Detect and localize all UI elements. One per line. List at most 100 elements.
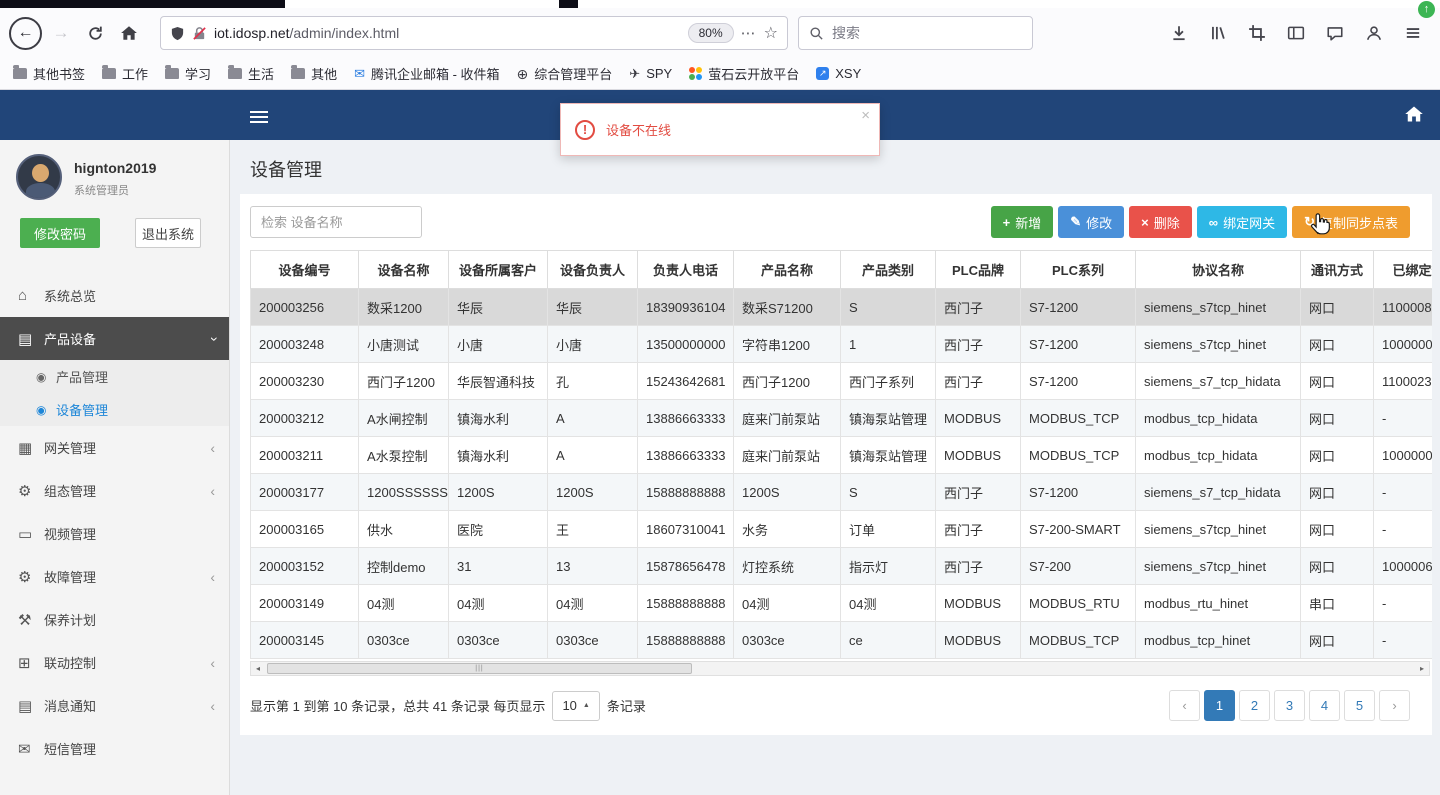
tracking-protection-shield-icon[interactable]: [170, 26, 185, 41]
sidebar-item-product-device[interactable]: ▤ 产品设备 ‹: [0, 317, 229, 360]
sidebar-item-label: 联动控制: [44, 656, 97, 671]
bookmark-tencent-exmail[interactable]: ✉ 腾讯企业邮箱 - 收件箱: [354, 64, 499, 83]
device-search-input[interactable]: [250, 206, 422, 238]
insecure-lock-icon[interactable]: [192, 26, 207, 41]
screenshot-crop-icon[interactable]: [1242, 18, 1272, 48]
app-menu-icon[interactable]: [1398, 18, 1428, 48]
page-button-5[interactable]: 5: [1344, 690, 1375, 721]
folder-icon: [291, 65, 306, 79]
sidebar-item-maintenance-plan[interactable]: ⚒ 保养计划: [0, 598, 229, 641]
zoom-level-badge[interactable]: 80%: [687, 23, 734, 43]
library-icon[interactable]: [1203, 18, 1233, 48]
sidebar-item-scada-management[interactable]: ⚙ 组态管理 ‹: [0, 469, 229, 512]
sidebar-item-message-notify[interactable]: ▤ 消息通知 ‹: [0, 684, 229, 727]
page-button-3[interactable]: 3: [1274, 690, 1305, 721]
page-button-1[interactable]: 1: [1204, 690, 1235, 721]
scrollbar-thumb[interactable]: |||: [267, 663, 692, 674]
table-row-200003145[interactable]: 200003145 0303ce 0303ce 0303ce 15888888888 03…: [250, 621, 1432, 659]
alert-close-icon[interactable]: ×: [861, 107, 870, 124]
cell-owner: 王: [547, 510, 638, 548]
logout-button[interactable]: 退出系统: [135, 218, 201, 248]
table-row-200003256[interactable]: 200003256 数采1200 华辰 华辰 18390936104 数采S71200 S 西…: [250, 288, 1432, 326]
column-header-protocol-name[interactable]: 协议名称: [1135, 250, 1301, 289]
username: hignton2019: [74, 160, 157, 176]
bookmark-ys7-open-platform[interactable]: 萤石云开放平台: [689, 64, 799, 83]
cell-device-name: 1200SSSSSS: [358, 473, 449, 511]
scrollbar-track[interactable]: |||: [265, 662, 1415, 675]
sidebar-subitem-device-management[interactable]: ◉ 设备管理: [0, 393, 229, 426]
browser-search-bar[interactable]: 搜索: [798, 16, 1033, 50]
delete-button[interactable]: × 删除: [1129, 206, 1192, 238]
forward-button[interactable]: →: [44, 16, 78, 50]
downloads-icon[interactable]: [1164, 18, 1194, 48]
table-row-200003212[interactable]: 200003212 A水闸控制 镇海水利 A 13886663333 庭来门前泵站 镇海泵站…: [250, 399, 1432, 437]
table-row-200003177[interactable]: 200003177 1200SSSSSS 1200S 1200S 15888888888…: [250, 473, 1432, 511]
scroll-right-arrow-icon[interactable]: ▸: [1415, 664, 1429, 673]
column-header-product-name[interactable]: 产品名称: [733, 250, 841, 289]
bookmark-management-platform[interactable]: ⊕ 综合管理平台: [517, 64, 613, 83]
table-row-200003149[interactable]: 200003149 04测 04测 04测 15888888888 04测 04测 MODBU…: [250, 584, 1432, 622]
bookmark-study[interactable]: 学习: [165, 64, 211, 83]
account-icon[interactable]: [1359, 18, 1389, 48]
page-button-4[interactable]: 4: [1309, 690, 1340, 721]
scroll-left-arrow-icon[interactable]: ◂: [251, 664, 265, 673]
column-header-plc-series[interactable]: PLC系列: [1020, 250, 1136, 289]
table-row-200003211[interactable]: 200003211 A水泵控制 镇海水利 A 13886663333 庭来门前泵站 镇海泵站…: [250, 436, 1432, 474]
page-next-button[interactable]: ›: [1379, 690, 1410, 721]
column-header-plc-brand[interactable]: PLC品牌: [935, 250, 1021, 289]
feedback-bubble-icon[interactable]: [1320, 18, 1350, 48]
page-actions-icon[interactable]: ⋯: [741, 24, 757, 42]
main-content: 设备管理 +新增✎修改×删除∞绑定网关↻复制同步点表 设备编号设备名称设备所属客…: [230, 140, 1440, 795]
column-header-bound[interactable]: 已绑定数: [1373, 250, 1432, 289]
browser-update-icon[interactable]: ↑: [1418, 1, 1435, 18]
bookmark-other-bookmarks[interactable]: 其他书签: [13, 64, 85, 83]
cell-product-category: S: [840, 288, 936, 326]
table-row-200003230[interactable]: 200003230 西门子1200 华辰智通科技孔 15243642681 西门子120…: [250, 362, 1432, 400]
sidebar-subitem-product-management[interactable]: ◉ 产品管理: [0, 360, 229, 393]
bookmark-xsy[interactable]: ↗ XSY: [816, 66, 861, 81]
bookmark-spy[interactable]: ✈ SPY: [629, 66, 672, 81]
sidebar-item-video-management[interactable]: ▭ 视频管理: [0, 512, 229, 555]
home-button[interactable]: [112, 16, 146, 50]
column-header-customer[interactable]: 设备所属客户: [448, 250, 548, 289]
add-button[interactable]: + 新增: [990, 206, 1054, 238]
plus-icon: +: [1002, 214, 1011, 230]
cell-device-name: 数采1200: [358, 288, 449, 326]
sidebar-item-sms-management[interactable]: ✉ 短信管理: [0, 727, 229, 770]
sidebar-toggle-icon[interactable]: [1281, 18, 1311, 48]
chevron-left-icon: ‹: [210, 482, 215, 499]
sidebar-item-linkage-control[interactable]: ⊞ 联动控制 ‹: [0, 641, 229, 684]
column-header-comm-type[interactable]: 通讯方式: [1300, 250, 1374, 289]
copy-sync-table-button[interactable]: ↻ 复制同步点表: [1292, 206, 1410, 238]
app-home-icon[interactable]: [1404, 104, 1424, 129]
back-button[interactable]: ←: [9, 16, 42, 50]
horizontal-scrollbar[interactable]: ◂ ||| ▸: [250, 661, 1430, 676]
cell-owner: 孔: [547, 362, 638, 400]
page-button-2[interactable]: 2: [1239, 690, 1270, 721]
column-header-phone[interactable]: 负责人电话: [637, 250, 734, 289]
sidebar-item-system-overview[interactable]: ⌂ 系统总览: [0, 274, 229, 317]
table-row-200003165[interactable]: 200003165 供水 医院王 18607310041 水务 订单 西门子 S7-200-S…: [250, 510, 1432, 548]
bind-gateway-button[interactable]: ∞ 绑定网关: [1196, 206, 1288, 238]
bookmark-life[interactable]: 生活: [228, 64, 274, 83]
column-header-product-category[interactable]: 产品类别: [840, 250, 936, 289]
change-password-button[interactable]: 修改密码: [20, 218, 100, 248]
bookmark-work[interactable]: 工作: [102, 64, 148, 83]
bookmark-star-icon[interactable]: ☆: [764, 23, 778, 43]
edit-button[interactable]: ✎ 修改: [1058, 206, 1125, 238]
page-prev-button[interactable]: ‹: [1169, 690, 1200, 721]
sidebar-item-gateway-management[interactable]: ▦ 网关管理 ‹: [0, 426, 229, 469]
column-header-device-id[interactable]: 设备编号: [250, 250, 359, 289]
menu-toggle-button[interactable]: [250, 108, 268, 126]
url-bar[interactable]: iot.idosp.net/admin/index.html 80% ⋯ ☆: [160, 16, 788, 50]
cell-plc-brand: 西门子: [935, 288, 1021, 326]
column-header-owner[interactable]: 设备负责人: [547, 250, 638, 289]
sidebar-item-fault-management[interactable]: ⚙ 故障管理 ‹: [0, 555, 229, 598]
table-row-200003248[interactable]: 200003248 小唐测试 小唐 小唐 13500000000 字符串1200 1 西门子 S…: [250, 325, 1432, 363]
reload-button[interactable]: [78, 16, 112, 50]
cell-product-category: S: [840, 473, 936, 511]
table-row-200003152[interactable]: 200003152 控制demo 31 13 15878656478 灯控系统 指示灯 西门子…: [250, 547, 1432, 585]
bookmark-other[interactable]: 其他: [291, 64, 337, 83]
column-header-device-name[interactable]: 设备名称: [358, 250, 449, 289]
page-size-dropdown[interactable]: 10 ▲: [552, 690, 600, 721]
